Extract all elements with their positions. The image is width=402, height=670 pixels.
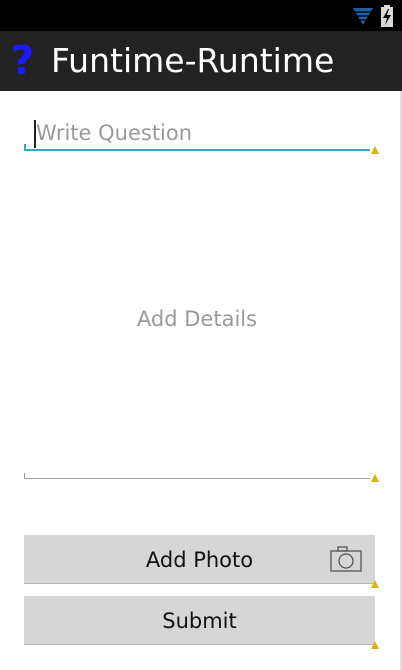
- warning-icon: [371, 146, 379, 154]
- warning-icon: [371, 580, 379, 588]
- question-input[interactable]: Write Question: [24, 112, 379, 154]
- submit-label: Submit: [162, 609, 237, 633]
- add-photo-button[interactable]: Add Photo: [24, 535, 379, 588]
- question-placeholder: Write Question: [36, 121, 193, 145]
- details-placeholder: Add Details: [136, 307, 258, 331]
- app-title: Funtime-Runtime: [51, 41, 335, 80]
- question-mark-icon[interactable]: ?: [11, 38, 34, 84]
- submit-button[interactable]: Submit: [24, 596, 379, 649]
- status-bar: [0, 0, 402, 31]
- question-underline: [24, 149, 370, 151]
- add-photo-label: Add Photo: [145, 548, 254, 572]
- warning-icon: [371, 641, 379, 649]
- details-input[interactable]: Add Details: [24, 160, 379, 485]
- camera-icon: [330, 546, 362, 572]
- battery-charging-icon: [381, 5, 393, 27]
- wifi-icon: [353, 8, 373, 25]
- warning-icon: [371, 474, 379, 482]
- details-underline: [24, 478, 370, 479]
- action-bar: ? Funtime-Runtime: [0, 31, 402, 91]
